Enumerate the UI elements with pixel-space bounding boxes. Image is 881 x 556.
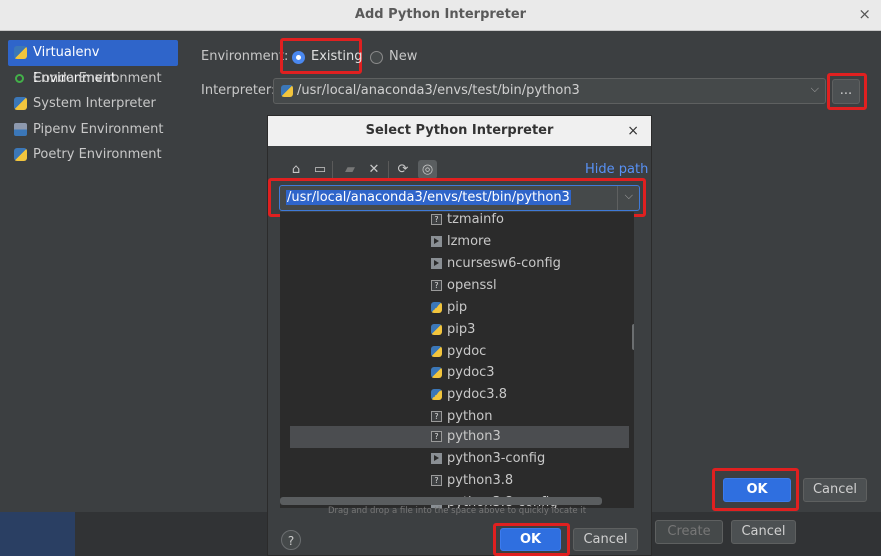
file-name: python3-config — [447, 451, 546, 466]
conda-icon — [15, 73, 24, 83]
file-dialog-titlebar: Select Python Interpreter × — [268, 116, 651, 146]
file-name: pydoc3.8 — [447, 387, 507, 402]
interpreter-value: /usr/local/anaconda3/envs/test/bin/pytho… — [297, 83, 580, 98]
unknown-file-icon: ? — [431, 411, 442, 422]
chevron-down-icon[interactable]: ⌵ — [625, 189, 633, 203]
file-name: lzmore — [447, 234, 492, 249]
sidebar-item-poetry[interactable]: Poetry Environment — [8, 142, 178, 168]
unknown-file-icon: ? — [431, 475, 442, 486]
file-dialog-close-icon[interactable]: × — [627, 116, 639, 146]
path-input[interactable]: /usr/local/anaconda3/envs/test/bin/pytho… — [279, 185, 640, 211]
toolbar-divider — [388, 161, 389, 178]
list-item[interactable]: python3-config — [280, 448, 634, 470]
browse-button[interactable]: ... — [832, 79, 860, 104]
list-item[interactable]: ? python — [280, 406, 634, 428]
file-name: ncursesw6-config — [447, 256, 561, 271]
list-item[interactable]: pip3 — [280, 319, 634, 341]
existing-radio-label[interactable]: Existing — [311, 49, 363, 64]
list-item[interactable]: ? openssl — [280, 275, 634, 297]
file-name: python — [447, 409, 493, 424]
sidebar-item-virtualenv[interactable]: Virtualenv Environment — [8, 40, 178, 86]
python-icon — [14, 148, 27, 161]
unknown-file-icon: ? — [431, 431, 442, 442]
python-icon — [431, 346, 442, 357]
home-icon[interactable]: ⌂ — [288, 162, 304, 178]
horizontal-scrollbar[interactable] — [280, 497, 602, 505]
python-icon — [431, 367, 442, 378]
delete-icon[interactable]: ✕ — [366, 162, 382, 178]
unknown-file-icon: ? — [431, 214, 442, 225]
pipenv-icon — [14, 122, 27, 136]
file-name: tzmainfo — [447, 212, 504, 227]
file-name: pydoc — [447, 344, 487, 359]
list-item[interactable]: ncursesw6-config — [280, 253, 634, 275]
chevron-down-icon[interactable]: ⌵ — [811, 82, 819, 96]
path-input-value: /usr/local/anaconda3/envs/test/bin/pytho… — [286, 190, 571, 205]
file-name: pip3 — [447, 322, 476, 337]
file-dialog-title: Select Python Interpreter — [365, 123, 554, 138]
desktop-icon[interactable]: ▭ — [312, 162, 328, 178]
cancel-button-secondary[interactable]: Cancel — [731, 520, 796, 544]
list-item-selected[interactable]: ? python3 — [290, 426, 629, 448]
file-dialog-cancel-button[interactable]: Cancel — [573, 528, 638, 551]
new-radio[interactable] — [370, 51, 383, 64]
environment-type-list: Virtualenv Environment Conda Environment… — [8, 40, 178, 168]
file-dialog-ok-button[interactable]: OK — [500, 528, 561, 551]
window-title: Add Python Interpreter — [354, 7, 527, 22]
file-name: python3 — [447, 429, 501, 444]
sidebar-item-label: Pipenv Environment — [33, 121, 164, 137]
hide-path-link[interactable]: Hide path — [585, 162, 648, 177]
show-hidden-icon[interactable]: ◎ — [418, 160, 437, 179]
unknown-file-icon: ? — [431, 280, 442, 291]
create-button[interactable]: Create — [655, 520, 723, 544]
environment-label: Environment: — [201, 49, 289, 64]
file-name: pip — [447, 300, 468, 315]
list-item[interactable]: ? tzmainfo — [280, 212, 634, 231]
cancel-button[interactable]: Cancel — [803, 478, 867, 502]
path-input-divider — [617, 186, 618, 210]
vertical-scrollbar[interactable] — [632, 324, 634, 350]
python-icon — [14, 97, 27, 110]
new-folder-icon[interactable]: ▰ — [342, 162, 358, 178]
refresh-icon[interactable]: ⟳ — [395, 162, 411, 178]
window-close-icon[interactable]: × — [858, 5, 871, 23]
file-name: openssl — [447, 278, 497, 293]
file-name: python3.8 — [447, 473, 514, 488]
new-radio-label[interactable]: New — [389, 49, 417, 64]
sidebar-item-label: Poetry Environment — [33, 147, 162, 162]
list-item[interactable]: lzmore — [280, 231, 634, 253]
window-titlebar: Add Python Interpreter × — [0, 0, 881, 31]
existing-radio[interactable] — [292, 51, 305, 64]
list-item[interactable]: pydoc3.8 — [280, 384, 634, 406]
ok-button[interactable]: OK — [723, 478, 791, 502]
background-taskbar — [0, 512, 75, 556]
python-icon — [14, 46, 27, 59]
python-icon — [431, 324, 442, 335]
list-item[interactable]: ? python3.8 — [280, 470, 634, 492]
python-icon — [431, 389, 442, 400]
sidebar-item-label: System Interpreter — [33, 96, 156, 111]
help-icon[interactable]: ? — [281, 530, 301, 550]
list-item[interactable]: pip — [280, 297, 634, 319]
file-name: pydoc3 — [447, 365, 495, 380]
sidebar-item-pipenv[interactable]: Pipenv Environment — [8, 117, 178, 143]
list-item[interactable]: pydoc3 — [280, 362, 634, 384]
sidebar-item-system[interactable]: System Interpreter — [8, 91, 178, 117]
interpreter-select[interactable]: /usr/local/anaconda3/envs/test/bin/pytho… — [273, 78, 826, 104]
executable-icon — [431, 258, 442, 269]
file-tree[interactable]: ? tzmainfo lzmore ncursesw6-config ? ope… — [280, 212, 634, 508]
python-icon — [281, 85, 293, 97]
drag-drop-hint: Drag and drop a file into the space abov… — [327, 506, 587, 516]
interpreter-label: Interpreter: — [201, 83, 276, 98]
python-icon — [431, 302, 442, 313]
executable-icon — [431, 453, 442, 464]
executable-icon — [431, 236, 442, 247]
sidebar-item-conda[interactable]: Conda Environment — [8, 66, 178, 92]
toolbar-divider — [332, 161, 333, 178]
list-item[interactable]: pydoc — [280, 341, 634, 363]
sidebar-item-label: Conda Environment — [33, 70, 162, 86]
